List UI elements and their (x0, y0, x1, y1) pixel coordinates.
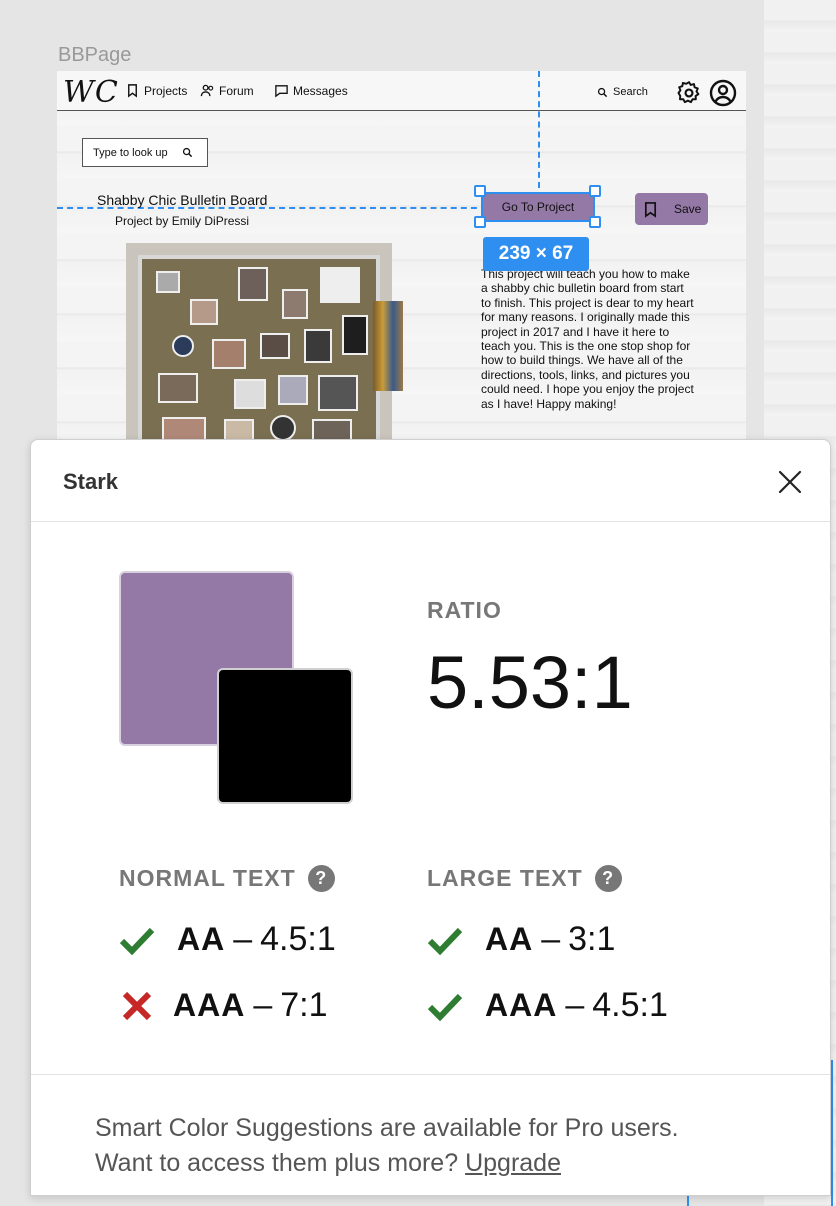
photo-pin (320, 267, 360, 303)
large-aaa-result: AAA – 4.5:1 (427, 986, 668, 1025)
measurement-guide-vertical (538, 71, 540, 188)
nav-search[interactable]: Search (597, 86, 648, 98)
photo-pin (282, 289, 308, 319)
top-navbar: WC Projects Forum Messages Search (57, 71, 746, 111)
photo-pin (172, 335, 194, 357)
normal-text-label: NORMAL TEXT (119, 865, 296, 891)
people-icon (200, 84, 214, 97)
upsell-line-1: Smart Color Suggestions are available fo… (95, 1114, 679, 1142)
nav-messages-label: Messages (293, 83, 348, 98)
resize-handle-top-left[interactable] (474, 185, 486, 197)
aa-level: AA (177, 921, 226, 957)
bookmark-icon (644, 201, 657, 218)
lookup-search-field[interactable]: Type to look up (82, 138, 208, 167)
checkmark-icon (427, 927, 463, 955)
help-icon[interactable]: ? (594, 865, 622, 892)
bulletin-board-photo (126, 243, 392, 451)
nav-projects-label: Projects (144, 83, 188, 98)
resize-handle-bottom-left[interactable] (474, 216, 486, 228)
photo-pin (234, 379, 266, 409)
save-button-label: Save (674, 202, 702, 216)
large-aa-result: AA – 3:1 (427, 920, 615, 959)
close-icon[interactable] (775, 467, 805, 497)
upsell-line-2: Want to access them plus more? (95, 1149, 459, 1177)
aaa-threshold: 7:1 (280, 986, 328, 1024)
nav-forum-label: Forum (219, 83, 254, 98)
go-to-project-button[interactable]: Go To Project (481, 192, 595, 222)
photo-pin (304, 329, 332, 363)
large-text-heading: LARGE TEXT ? (427, 865, 622, 892)
lookup-placeholder: Type to look up (93, 146, 168, 159)
large-text-label: LARGE TEXT (427, 865, 583, 891)
upgrade-link[interactable]: Upgrade (465, 1149, 561, 1177)
ratio-label: RATIO (427, 597, 502, 623)
logo[interactable]: WC (63, 75, 119, 110)
cross-icon (122, 991, 152, 1020)
pro-upsell-text: Smart Color Suggestions are available fo… (95, 1111, 795, 1181)
stark-panel-header: Stark (31, 440, 830, 522)
photo-pin (342, 315, 368, 355)
photo-pin (270, 415, 296, 441)
project-author: Project by Emily DiPressi (115, 214, 250, 228)
photo-pin (156, 271, 180, 293)
photo-pin (158, 373, 198, 403)
dash-separator: – (253, 986, 273, 1024)
foreground-color-swatch[interactable] (217, 668, 353, 804)
resize-handle-bottom-right[interactable] (589, 216, 601, 228)
bookmark-icon (128, 84, 137, 98)
upsell-line-2-wrap: Want to access them plus more? Upgrade (95, 1146, 795, 1181)
dash-separator: – (541, 920, 561, 958)
resize-handle-top-right[interactable] (589, 185, 601, 197)
aa-threshold: 3:1 (568, 920, 616, 958)
stark-panel-footer: Smart Color Suggestions are available fo… (31, 1074, 830, 1195)
search-icon (182, 147, 192, 158)
normal-aa-result: AA – 4.5:1 (119, 920, 336, 959)
bbpage-frame[interactable]: WC Projects Forum Messages Search Type t… (57, 71, 746, 451)
photo-pin (238, 267, 268, 301)
nav-forum[interactable]: Forum (200, 83, 254, 98)
normal-aaa-result: AAA – 7:1 (119, 986, 328, 1025)
photo-side-decoration (373, 301, 403, 391)
canvas-guide-line (831, 1060, 833, 1206)
photo-pin (260, 333, 290, 359)
help-icon[interactable]: ? (307, 865, 335, 892)
dash-separator: – (565, 986, 585, 1024)
bulletin-board-cork (138, 255, 380, 451)
nav-messages[interactable]: Messages (274, 83, 348, 98)
message-icon (275, 85, 288, 98)
project-description: This project will teach you how to make … (481, 267, 694, 411)
dash-separator: – (233, 920, 253, 958)
aaa-threshold: 4.5:1 (592, 986, 668, 1024)
user-account-icon[interactable] (709, 79, 737, 107)
photo-pin (278, 375, 308, 405)
selection-dimensions-badge: 239 × 67 (483, 237, 589, 271)
search-icon (597, 87, 608, 97)
gear-icon[interactable] (676, 80, 702, 106)
photo-pin (212, 339, 246, 369)
checkmark-icon (119, 927, 155, 955)
save-button[interactable]: Save (635, 193, 708, 225)
aaa-level: AAA (173, 987, 246, 1023)
nav-projects[interactable]: Projects (125, 83, 187, 98)
normal-text-heading: NORMAL TEXT ? (119, 865, 335, 892)
contrast-ratio-value: 5.53:1 (427, 641, 633, 724)
aa-level: AA (485, 921, 534, 957)
photo-pin (318, 375, 358, 411)
checkmark-icon (427, 993, 463, 1021)
stark-panel: Stark RATIO 5.53:1 NORMAL TEXT ? LARGE T… (30, 439, 831, 1196)
aaa-level: AAA (485, 987, 558, 1023)
nav-search-label: Search (613, 86, 648, 98)
frame-label[interactable]: BBPage (58, 44, 131, 67)
photo-pin (190, 299, 218, 325)
project-title: Shabby Chic Bulletin Board (97, 192, 268, 208)
stark-panel-title: Stark (63, 469, 119, 494)
aa-threshold: 4.5:1 (260, 920, 336, 958)
